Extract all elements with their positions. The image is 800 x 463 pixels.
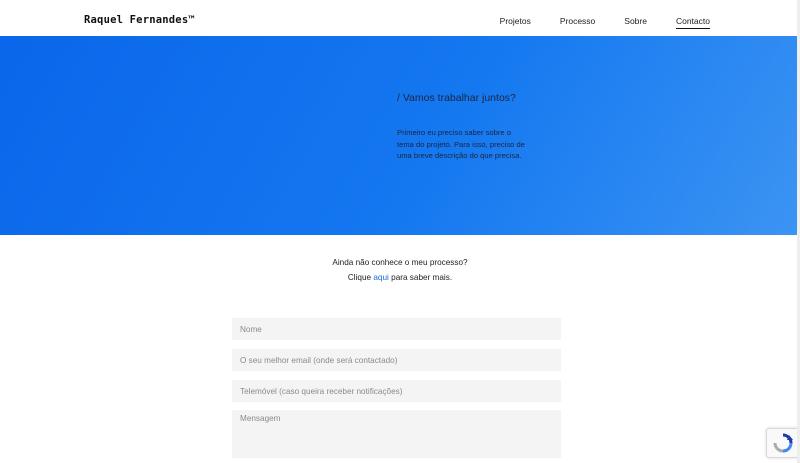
recaptcha-badge[interactable] bbox=[766, 428, 800, 458]
process-prompt: Ainda não conhece o meu processo? Clique… bbox=[0, 258, 800, 282]
site-header: Raquel Fernandes™ Projetos Processo Sobr… bbox=[0, 0, 800, 36]
name-field[interactable] bbox=[232, 318, 561, 340]
phone-field[interactable] bbox=[232, 380, 561, 402]
message-field[interactable] bbox=[232, 410, 561, 458]
process-prefix: Clique bbox=[347, 273, 372, 282]
hero-banner: / Vamos trabalhar juntos? Primeiro eu pr… bbox=[0, 36, 800, 235]
nav-contacto[interactable]: Contacto bbox=[675, 16, 710, 29]
nav-sobre[interactable]: Sobre bbox=[624, 16, 647, 29]
main-nav: Projetos Processo Sobre Contacto bbox=[500, 16, 710, 29]
nav-processo[interactable]: Processo bbox=[560, 16, 595, 29]
email-field[interactable] bbox=[232, 349, 561, 371]
process-link-line: Clique aqui para saber mais. bbox=[0, 273, 800, 282]
process-suffix: para saber mais. bbox=[391, 273, 453, 282]
site-logo[interactable]: Raquel Fernandes™ bbox=[84, 14, 195, 26]
hero-title: / Vamos trabalhar juntos? bbox=[397, 92, 516, 104]
recaptcha-icon bbox=[773, 433, 793, 453]
hero-description: Primeiro eu preciso saber sobre o tema d… bbox=[397, 128, 525, 161]
process-question: Ainda não conhece o meu processo? bbox=[332, 258, 468, 267]
nav-projetos[interactable]: Projetos bbox=[500, 16, 531, 29]
process-link[interactable]: aqui bbox=[373, 273, 388, 282]
